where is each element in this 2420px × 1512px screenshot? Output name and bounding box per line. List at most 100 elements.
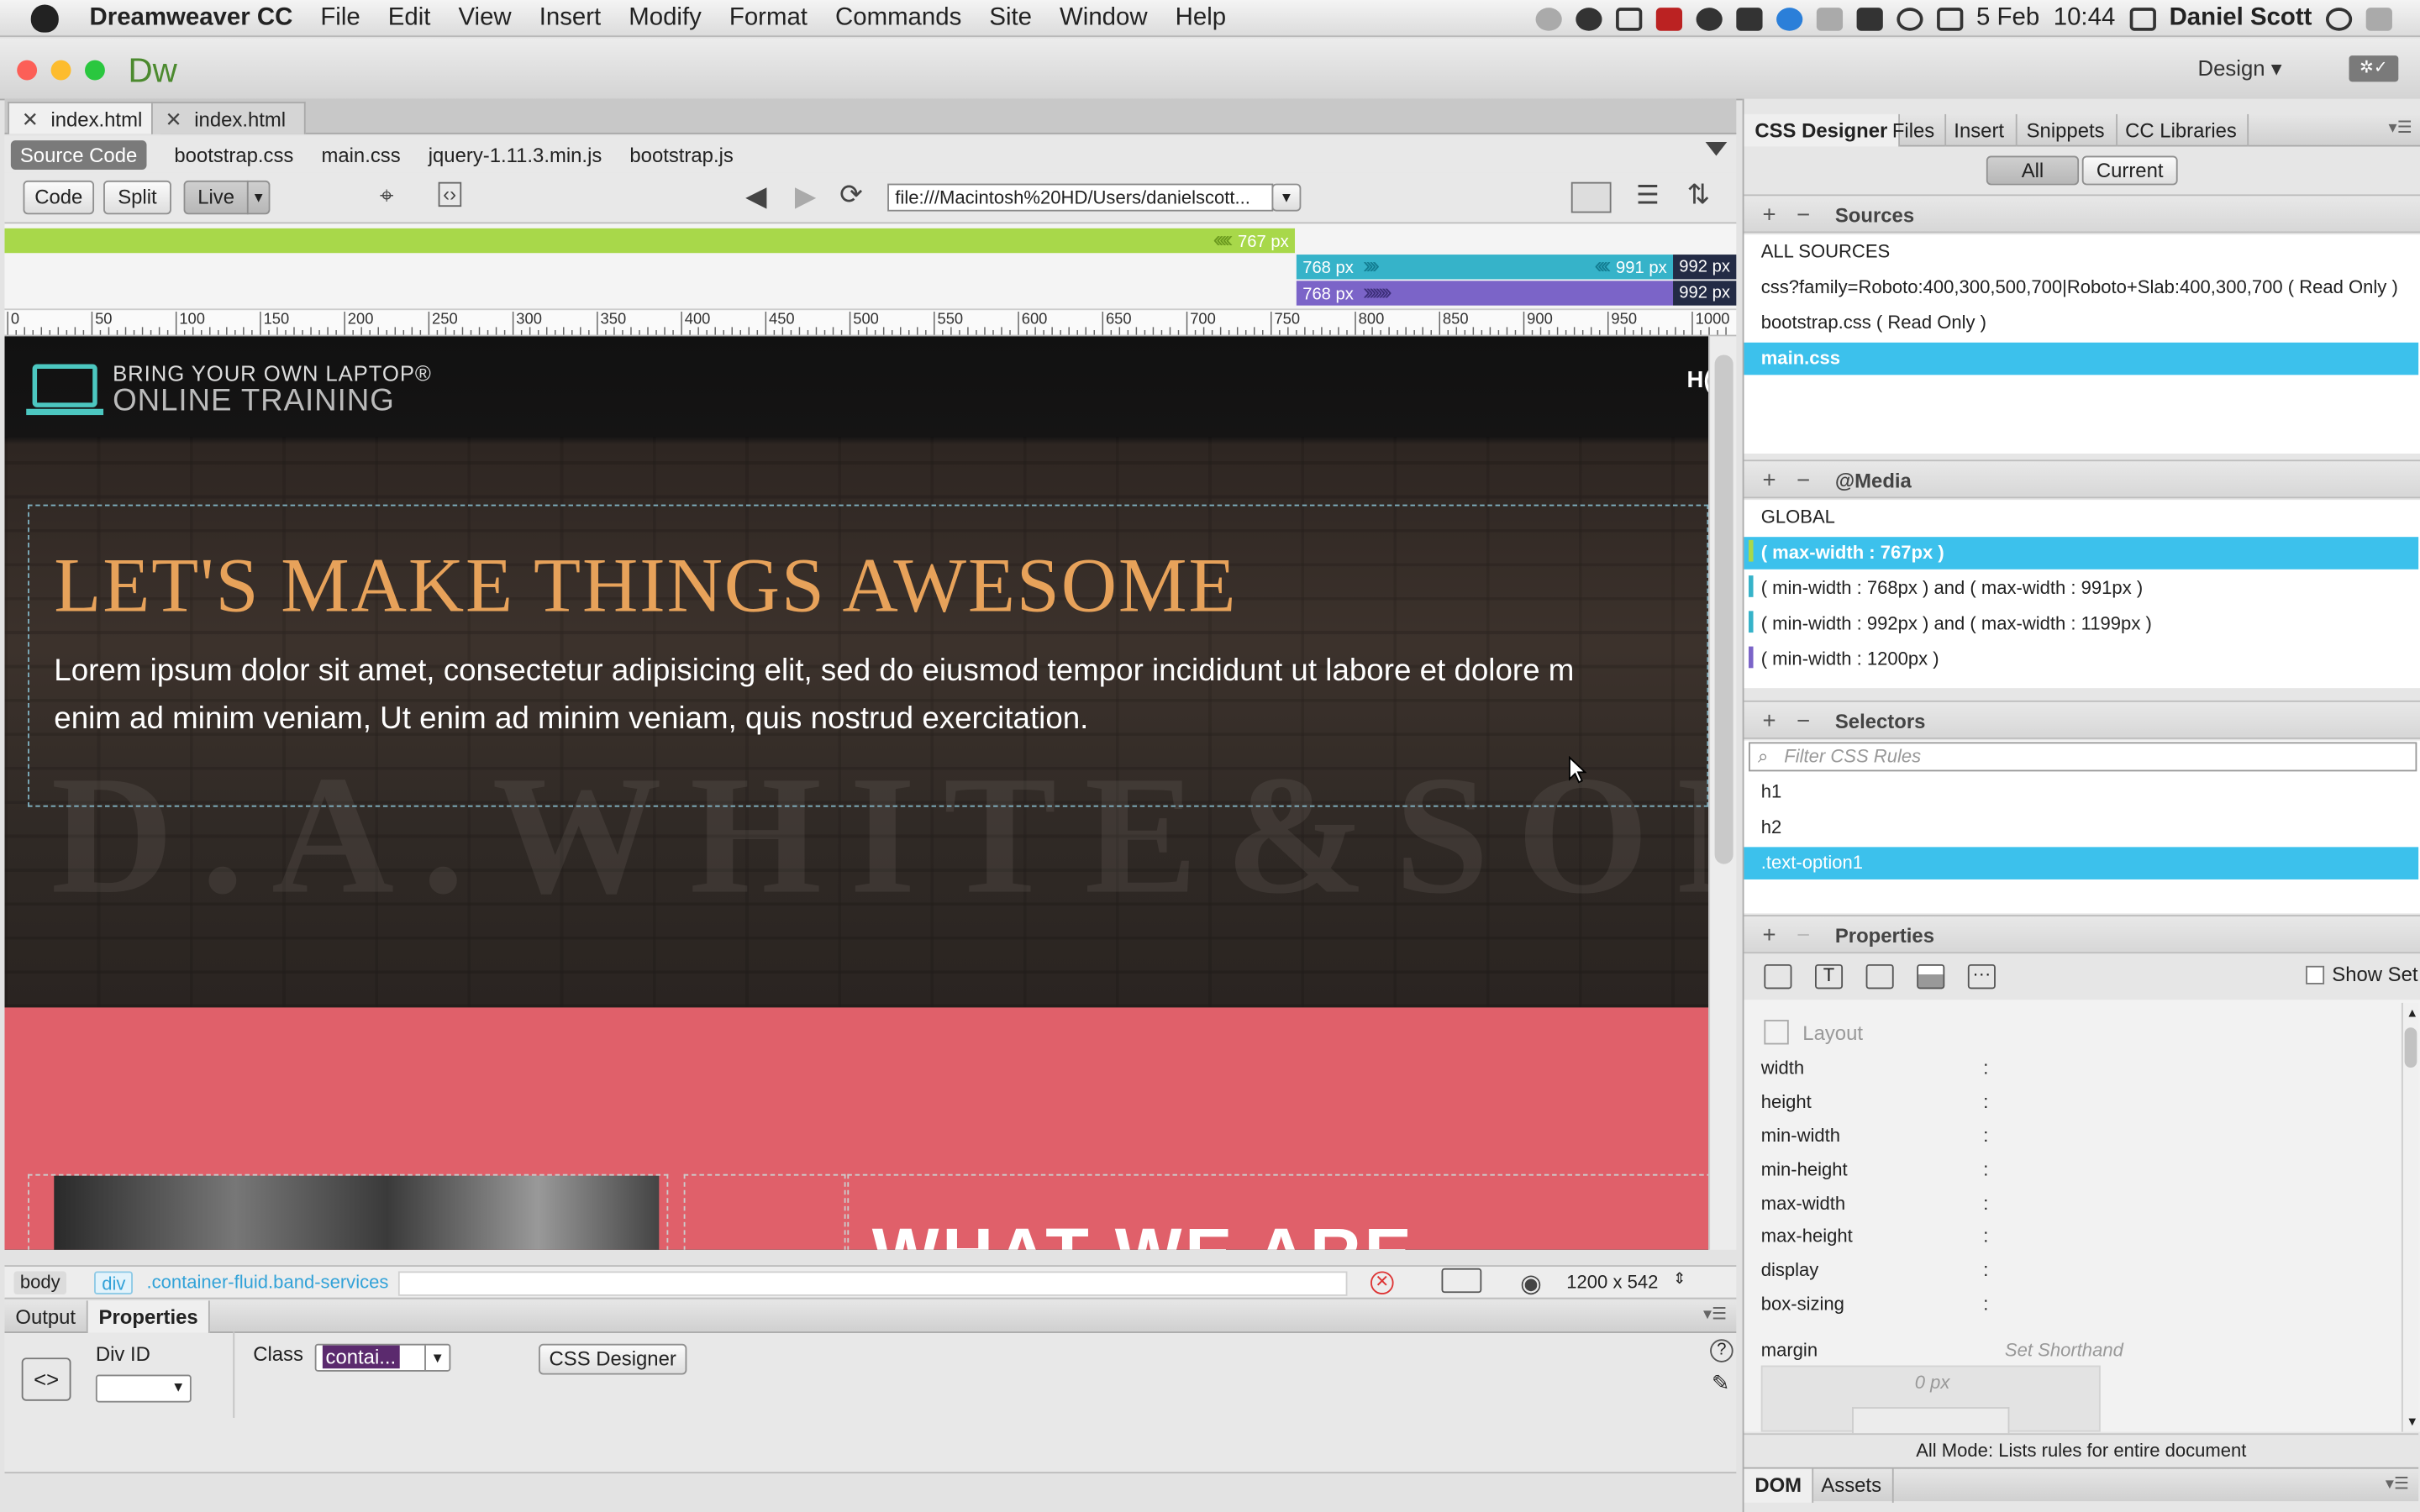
prop-height[interactable]: height: <box>1761 1091 1989 1113</box>
prop-max-height[interactable]: max-height: <box>1761 1225 1989 1247</box>
related-source-code[interactable]: Source Code <box>10 139 147 170</box>
file-transfer-icon[interactable]: ⇅ <box>1687 179 1711 212</box>
source-main-css[interactable]: main.css <box>1744 342 2419 375</box>
film-icon[interactable] <box>1655 7 1682 30</box>
media-bar-992-tail-2[interactable]: 992 px <box>1673 281 1737 306</box>
tab-properties[interactable]: Properties <box>87 1300 211 1333</box>
tag-body[interactable]: body <box>13 1271 67 1295</box>
prop-max-width[interactable]: max-width: <box>1761 1193 1989 1215</box>
workspace-switcher[interactable]: Design ▾ <box>2198 55 2282 81</box>
menu-modify[interactable]: Modify <box>629 4 702 32</box>
remove-property-icon[interactable]: − <box>1797 922 1810 948</box>
visual-media-queries-icon[interactable] <box>1570 181 1612 213</box>
hero-lead[interactable]: Lorem ipsum dolor sit amet, consectetur … <box>54 648 1708 743</box>
media-bar-992-tail[interactable]: 992 px <box>1673 255 1737 280</box>
time-machine-icon[interactable] <box>1896 7 1923 30</box>
prop-margin[interactable]: margin Set Shorthand <box>1761 1339 2123 1361</box>
address-dropdown[interactable]: ▼ <box>1271 183 1302 212</box>
clock-date[interactable]: 5 Feb <box>1976 5 2039 33</box>
filter-icon[interactable] <box>1705 141 1728 156</box>
close-tab-icon[interactable]: ✕ <box>166 108 182 132</box>
selector-h2[interactable]: h2 <box>1744 811 2419 844</box>
prop-display[interactable]: display: <box>1761 1259 1989 1281</box>
source-bootstrap[interactable]: bootstrap.css ( Read Only ) <box>1744 307 2419 340</box>
media-max-767[interactable]: ( max-width : 767px ) <box>1744 537 2419 570</box>
add-selector-icon[interactable]: + <box>1763 708 1776 734</box>
tag-div[interactable]: div <box>94 1271 134 1295</box>
live-options-dropdown[interactable]: ▼ <box>246 180 271 215</box>
related-main-css[interactable]: main.css <box>321 143 400 166</box>
scroll-up-icon[interactable]: ▲ <box>2406 1006 2418 1021</box>
close-window-button[interactable] <box>17 60 38 81</box>
user-name[interactable]: Daniel Scott <box>2170 5 2312 33</box>
address-bar[interactable]: file:///Macintosh%20HD/Users/danielscott… <box>887 183 1274 212</box>
show-set-checkbox[interactable] <box>2306 965 2325 984</box>
prop-box-sizing[interactable]: box-sizing: <box>1761 1293 1989 1315</box>
close-tab-icon[interactable]: ✕ <box>22 108 39 132</box>
app-menu[interactable]: Dreamweaver CC <box>90 4 293 32</box>
menu-commands[interactable]: Commands <box>835 4 961 32</box>
related-bootstrap-css[interactable]: bootstrap.css <box>174 143 293 166</box>
apple-icon[interactable] <box>30 3 59 32</box>
menu-format[interactable]: Format <box>729 4 808 32</box>
sync-settings-icon[interactable]: ✲✓ <box>2349 55 2399 82</box>
code-view-button[interactable]: Code <box>23 180 95 215</box>
border-category-icon[interactable] <box>1865 963 1894 990</box>
source-all[interactable]: ALL SOURCES <box>1744 236 2419 269</box>
selector-text-option1[interactable]: .text-option1 <box>1744 847 2419 879</box>
media-bar-min-768[interactable]: 768 px ›››››››› <box>1296 280 1674 306</box>
background-category-icon[interactable] <box>1917 963 1945 990</box>
properties-scrollbar[interactable]: ▲ ▼ <box>2401 1002 2419 1432</box>
browser-preview-icon[interactable]: ◉ <box>1520 1268 1542 1299</box>
page-options-icon[interactable]: ☰ <box>1636 181 1660 212</box>
related-bootstrap-js[interactable]: bootstrap.js <box>629 143 733 166</box>
margin-top-value[interactable]: 0 px <box>1763 1372 2102 1394</box>
media-min-1200[interactable]: ( min-width : 1200px ) <box>1744 643 2419 676</box>
div-id-select[interactable]: ▼ <box>95 1374 192 1403</box>
set-shorthand[interactable]: Set Shorthand <box>2005 1339 2123 1361</box>
more-category-icon[interactable]: ··· <box>1967 963 1996 990</box>
tab-output[interactable]: Output <box>5 1300 88 1333</box>
skype-icon[interactable] <box>1776 7 1802 30</box>
refresh-icon[interactable]: ⟳ <box>839 179 863 212</box>
nav-link-home[interactable]: H( <box>1687 367 1709 393</box>
wifi-icon[interactable] <box>1936 7 1963 30</box>
minimize-window-button[interactable] <box>50 60 71 81</box>
tab-files[interactable]: Files <box>1881 113 1947 147</box>
panel-menu-icon[interactable]: ▾☰ <box>2386 1473 2409 1494</box>
media-768-991[interactable]: ( min-width : 768px ) and ( max-width : … <box>1744 572 2419 605</box>
window-size[interactable]: 1200 x 542 <box>1566 1271 1658 1293</box>
margin-box-widget[interactable]: 0 px <box>1760 1365 2102 1434</box>
menu-view[interactable]: View <box>458 4 511 32</box>
panel-menu-icon[interactable]: ▾☰ <box>2389 118 2412 137</box>
media-992-1199[interactable]: ( min-width : 992px ) and ( max-width : … <box>1744 608 2419 641</box>
forward-arrow-icon[interactable]: ▶ <box>795 181 816 213</box>
css-designer-button[interactable]: CSS Designer <box>539 1343 687 1375</box>
add-source-icon[interactable]: + <box>1763 202 1776 228</box>
volume-icon[interactable] <box>1855 7 1883 30</box>
split-view-button[interactable]: Split <box>103 180 171 215</box>
tab-snippets[interactable]: Snippets <box>2016 113 2118 147</box>
quick-tag-editor-icon[interactable]: ✎ <box>1712 1370 1730 1396</box>
panel-menu-icon[interactable]: ▾☰ <box>1703 1304 1727 1324</box>
tab-assets[interactable]: Assets <box>1810 1468 1894 1503</box>
menu-window[interactable]: Window <box>1060 4 1148 32</box>
menu-help[interactable]: Help <box>1176 4 1226 32</box>
spotlight-icon[interactable] <box>2325 7 2353 30</box>
grid-icon[interactable] <box>1735 7 1762 30</box>
doc-tab-2[interactable]: ✕ index.html <box>151 102 306 134</box>
back-arrow-icon[interactable]: ◀ <box>745 181 766 213</box>
menu-insert[interactable]: Insert <box>539 4 601 32</box>
menu-edit[interactable]: Edit <box>388 4 431 32</box>
help-icon[interactable]: ? <box>1710 1339 1733 1362</box>
doc-tab-1[interactable]: ✕ index.html <box>8 102 163 134</box>
prop-min-width[interactable]: min-width: <box>1761 1125 1989 1147</box>
scroll-thumb[interactable] <box>1714 354 1733 864</box>
clock-time[interactable]: 10:44 <box>2054 5 2116 33</box>
error-icon[interactable]: ✕ <box>1370 1271 1394 1295</box>
class-select[interactable]: contai... ▼ <box>314 1343 451 1372</box>
tab-cc-libraries[interactable]: CC Libraries <box>2114 113 2249 147</box>
inspect-icon[interactable]: ⌖ <box>380 184 394 212</box>
window-size-dropdown[interactable]: ⇕ <box>1673 1271 1686 1288</box>
screen-icon[interactable] <box>1615 7 1642 30</box>
